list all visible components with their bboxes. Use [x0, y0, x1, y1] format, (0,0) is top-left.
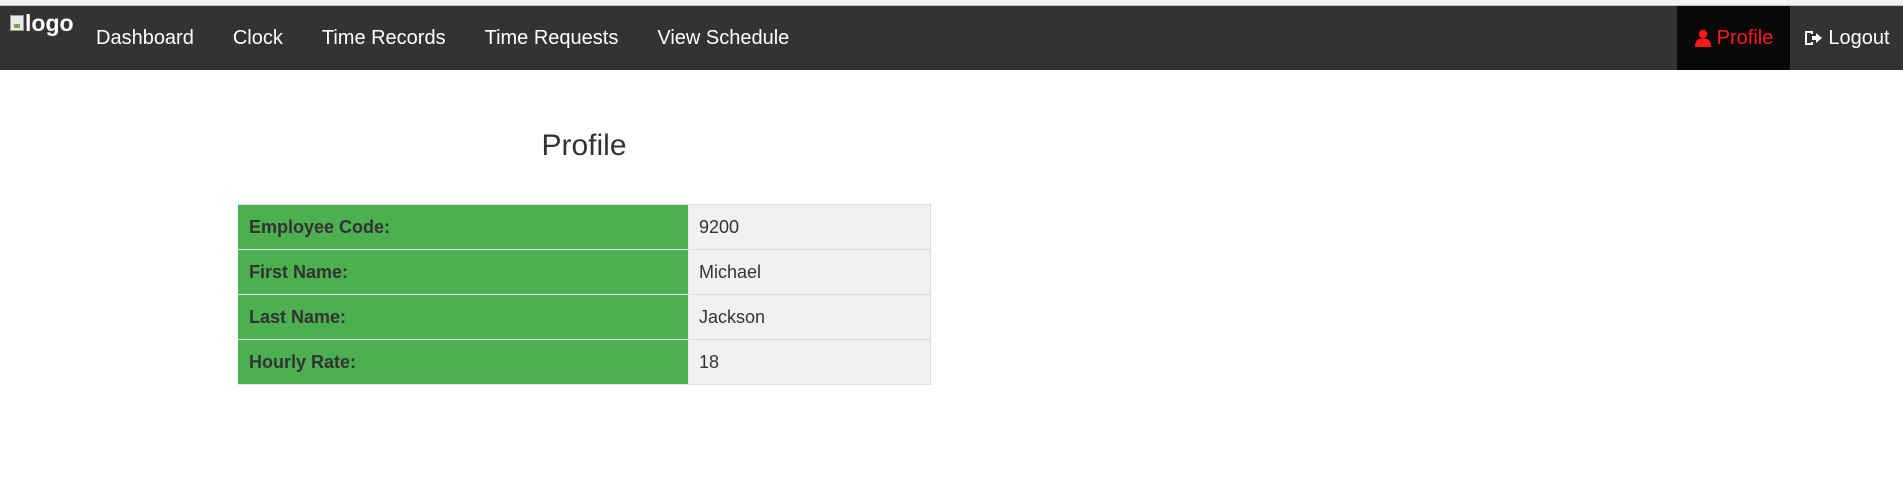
first-name-label: First Name: [238, 249, 689, 295]
nav-item-time-requests[interactable]: Time Requests [485, 6, 619, 70]
nav-item-view-schedule[interactable]: View Schedule [657, 6, 789, 70]
table-row: First Name: Michael [238, 249, 931, 295]
broken-image-icon [10, 15, 24, 31]
last-name-value: Jackson [688, 294, 931, 340]
top-navbar: logo Dashboard Clock Time Records Time R… [0, 6, 1903, 70]
last-name-label: Last Name: [238, 294, 689, 340]
profile-table: Employee Code: 9200 First Name: Michael … [238, 204, 931, 385]
logout-label: Logout [1828, 26, 1890, 49]
table-row: Employee Code: 9200 [238, 204, 931, 250]
logout-icon [1805, 31, 1823, 45]
profile-label: Profile [1716, 26, 1774, 49]
logo-alt-text: logo [25, 9, 74, 36]
hourly-rate-label: Hourly Rate: [238, 339, 689, 385]
user-icon [1694, 29, 1711, 47]
table-row: Hourly Rate: 18 [238, 339, 931, 385]
nav-menu: Dashboard Clock Time Records Time Reques… [96, 6, 828, 70]
table-row: Last Name: Jackson [238, 294, 931, 340]
nav-item-profile[interactable]: Profile [1677, 6, 1790, 70]
page-title: Profile [541, 129, 627, 162]
employee-code-value: 9200 [688, 204, 931, 250]
logo[interactable]: logo [10, 6, 74, 40]
first-name-value: Michael [688, 249, 931, 295]
nav-item-clock[interactable]: Clock [233, 6, 283, 70]
nav-item-logout[interactable]: Logout [1790, 6, 1903, 70]
employee-code-label: Employee Code: [238, 204, 689, 250]
nav-item-dashboard[interactable]: Dashboard [96, 6, 194, 70]
nav-right-menu: Profile Logout [1677, 6, 1903, 70]
hourly-rate-value: 18 [688, 339, 931, 385]
nav-item-time-records[interactable]: Time Records [322, 6, 446, 70]
